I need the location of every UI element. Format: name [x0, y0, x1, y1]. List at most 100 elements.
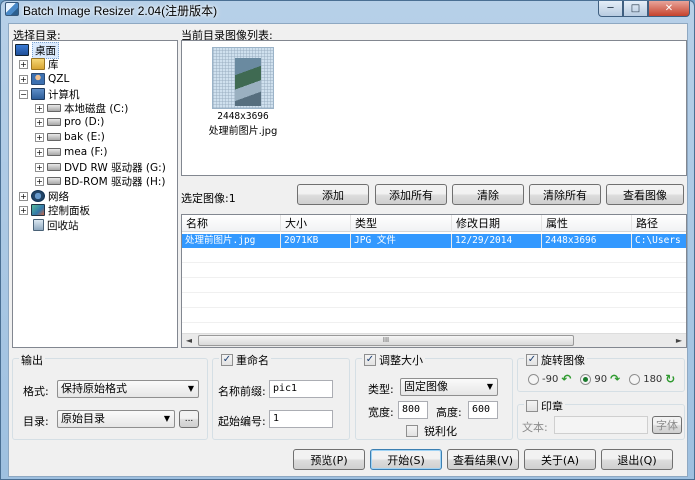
tree-label-user: QZL [48, 73, 70, 85]
rotate-180-label: 180 [643, 373, 663, 385]
prefix-input[interactable]: pic1 [269, 380, 333, 398]
scroll-right-icon[interactable]: ► [672, 334, 686, 347]
column-header-size[interactable]: 大小 [281, 215, 351, 232]
rotate-title: 旋转图像 [541, 354, 585, 367]
rotate-group: 旋转图像 -90 ↶ 90 ↷ 180 ↻ [517, 352, 685, 392]
expand-icon[interactable]: + [35, 117, 44, 127]
watermark-text-input[interactable] [554, 416, 648, 434]
collapse-icon[interactable]: − [19, 89, 28, 99]
add-all-button[interactable]: 添加所有 [375, 184, 447, 205]
column-header-date[interactable]: 修改日期 [452, 215, 542, 232]
start-button[interactable]: 开始(S) [370, 449, 442, 470]
expand-icon[interactable]: + [35, 132, 44, 142]
app-window: Batch Image Resizer 2.04(注册版本) ─ □ ✕ 选择目… [0, 0, 695, 480]
browse-button[interactable]: ... [179, 410, 199, 428]
column-header-path[interactable]: 路径 [632, 215, 686, 232]
tree-item-control-panel[interactable]: + 控制面板 [19, 203, 90, 217]
column-header-attrs[interactable]: 属性 [542, 215, 632, 232]
expand-icon[interactable]: + [35, 103, 44, 113]
library-icon [31, 58, 45, 70]
expand-icon[interactable]: + [19, 74, 28, 84]
directory-tree[interactable]: 桌面 + 库 + QZL − 计算机 + 本地磁盘 (C:) + pro (D:… [12, 40, 178, 348]
resize-checkbox[interactable] [364, 354, 376, 366]
tree-item-drive-h[interactable]: + BD-ROM 驱动器 (H:) [35, 174, 166, 188]
preview-button[interactable]: 预览(P) [293, 449, 365, 470]
cell-path: C:\Users [632, 234, 686, 248]
format-select[interactable]: 保持原始格式 ▼ [57, 380, 199, 398]
file-list[interactable]: 名称 大小 类型 修改日期 属性 路径 处理前图片.jpg 2071KB JPG… [181, 214, 687, 348]
width-input[interactable]: 800 [398, 401, 428, 419]
tree-item-drive-c[interactable]: + 本地磁盘 (C:) [35, 101, 128, 115]
thumbnail-item[interactable]: 2448x3696 处理前图片.jpg [198, 47, 288, 137]
rotate-ccw-icon: ↶ [561, 372, 572, 386]
title-bar[interactable]: Batch Image Resizer 2.04(注册版本) ─ □ ✕ [1, 1, 694, 19]
expand-icon[interactable]: + [35, 176, 44, 186]
exit-button[interactable]: 退出(Q) [601, 449, 673, 470]
rotate-minus90-label: -90 [542, 373, 559, 385]
column-header-type[interactable]: 类型 [351, 215, 452, 232]
column-header-name[interactable]: 名称 [182, 215, 281, 232]
tree-label-drive-f: mea (F:) [64, 146, 108, 158]
rename-checkbox[interactable] [221, 354, 233, 366]
thumbnail-panel[interactable]: 2448x3696 处理前图片.jpg [181, 40, 687, 176]
close-button[interactable]: ✕ [648, 1, 690, 17]
thumbnail-filename: 处理前图片.jpg [208, 126, 278, 137]
expand-icon[interactable]: + [19, 191, 28, 201]
chevron-down-icon: ▼ [486, 382, 493, 391]
tree-item-drive-d[interactable]: + pro (D:) [35, 115, 104, 129]
sharpen-checkbox[interactable] [406, 425, 418, 437]
height-input[interactable]: 600 [468, 401, 498, 419]
start-number-input[interactable]: 1 [269, 410, 333, 428]
rotate-90-radio[interactable] [580, 373, 592, 385]
window-title: Batch Image Resizer 2.04(注册版本) [23, 4, 218, 18]
rotate-group-title: 旋转图像 [524, 352, 587, 368]
rotate-checkbox[interactable] [526, 354, 538, 366]
thumbnail-image[interactable] [212, 47, 274, 109]
watermark-group: 印章 文本: 字体 [517, 398, 685, 440]
expand-icon[interactable]: + [35, 147, 44, 157]
rotate-minus90-radio[interactable] [528, 373, 539, 385]
expand-icon[interactable]: + [19, 205, 28, 215]
directory-select[interactable]: 原始目录 ▼ [57, 410, 175, 428]
drive-icon [47, 148, 61, 156]
expand-icon[interactable]: + [19, 59, 28, 69]
drive-icon [47, 133, 61, 141]
tree-item-drive-f[interactable]: + mea (F:) [35, 145, 107, 159]
clear-button[interactable]: 清除 [452, 184, 524, 205]
table-row[interactable]: 处理前图片.jpg 2071KB JPG 文件 12/29/2014 2448x… [182, 234, 686, 248]
chevron-down-icon: ▼ [187, 384, 194, 393]
about-button[interactable]: 关于(A) [524, 449, 596, 470]
scroll-left-icon[interactable]: ◄ [182, 334, 196, 347]
network-icon [31, 190, 45, 202]
directory-value: 原始目录 [61, 412, 105, 425]
format-label: 格式: [23, 385, 49, 398]
view-results-button[interactable]: 查看结果(V) [447, 449, 519, 470]
scroll-thumb[interactable]: III [198, 335, 574, 346]
user-folder-icon [31, 73, 45, 85]
horizontal-scrollbar[interactable]: ◄ III ► [182, 333, 686, 347]
watermark-checkbox[interactable] [526, 400, 538, 412]
watermark-group-title: 印章 [524, 398, 565, 414]
tree-item-user[interactable]: + QZL [19, 72, 69, 86]
tree-item-desktop[interactable]: 桌面 [15, 41, 59, 59]
tree-item-computer[interactable]: − 计算机 [19, 87, 80, 101]
tree-label-drive-g: DVD RW 驱动器 (G:) [64, 161, 166, 174]
add-button[interactable]: 添加 [297, 184, 369, 205]
font-button[interactable]: 字体 [652, 416, 682, 434]
tree-item-network[interactable]: + 网络 [19, 189, 69, 203]
resize-type-select[interactable]: 固定图像 ▼ [400, 378, 498, 396]
view-image-button[interactable]: 查看图像 [606, 184, 684, 205]
tree-item-library[interactable]: + 库 [19, 57, 59, 71]
rotate-180-radio[interactable] [629, 373, 641, 385]
tree-item-recycle-bin[interactable]: 回收站 [33, 218, 79, 232]
minimize-button[interactable]: ─ [598, 1, 623, 17]
cell-name: 处理前图片.jpg [182, 234, 281, 248]
tree-item-drive-g[interactable]: + DVD RW 驱动器 (G:) [35, 160, 166, 174]
sharpen-option[interactable]: 锐利化 [406, 423, 457, 439]
maximize-button[interactable]: □ [623, 1, 648, 17]
resize-type-value: 固定图像 [404, 380, 448, 393]
clear-all-button[interactable]: 清除所有 [529, 184, 601, 205]
expand-icon[interactable]: + [35, 162, 44, 172]
tree-item-drive-e[interactable]: + bak (E:) [35, 130, 105, 144]
recycle-bin-icon [33, 219, 44, 231]
